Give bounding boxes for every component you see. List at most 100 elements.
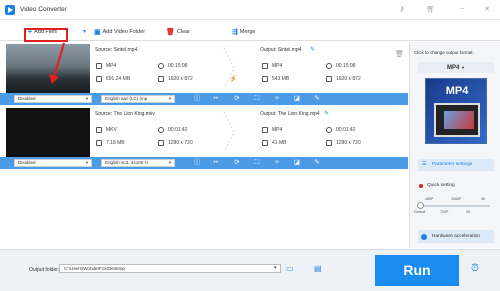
- output-resolution: 1920 x 872: [326, 76, 361, 82]
- resolution-icon: [158, 140, 164, 146]
- slider-label: 4K: [481, 197, 486, 201]
- rename-pencil-icon[interactable]: ✎: [324, 110, 329, 117]
- output-size: 543 MB: [262, 76, 289, 82]
- edit-icon[interactable]: ✎: [313, 159, 321, 167]
- task-row[interactable]: Source: The Lion King.mkv MKV 00:01:42 7…: [0, 106, 408, 169]
- source-name: Source: The Lion King.mkv: [95, 111, 155, 117]
- merge-button[interactable]: ⇶ Merge: [232, 27, 255, 38]
- output-folder-input[interactable]: C:\Users\WonderFox\Desktop: [59, 264, 281, 273]
- output-name: Output: Sintel.mp4: [260, 47, 302, 53]
- cut-icon[interactable]: ✂: [212, 159, 220, 167]
- folder-plus-icon: ▣: [94, 29, 101, 36]
- add-files-dropdown[interactable]: ▼: [82, 27, 87, 38]
- chevron-down-icon: ▼: [85, 160, 89, 165]
- format-caption: Click to change output format:: [414, 50, 474, 55]
- source-duration: 00:15:08: [158, 63, 187, 69]
- source-format: MP4: [96, 63, 116, 69]
- output-duration: 00:15:08: [326, 63, 355, 69]
- cart-icon[interactable]: 🛒︎: [426, 5, 436, 15]
- run-button[interactable]: Run: [375, 255, 459, 286]
- clock-icon: [158, 127, 164, 133]
- cut-icon[interactable]: ✂: [212, 95, 220, 103]
- delete-task-icon[interactable]: 🗑︎: [395, 50, 404, 58]
- chevron-down-icon: ▼: [461, 65, 465, 70]
- format-icon: [96, 63, 102, 69]
- format-image-text: MP4: [445, 85, 469, 97]
- edit-icon[interactable]: ✎: [313, 95, 321, 103]
- task-control-bar: Disabled ▼ English aac (LC) (mp ▼ ⓘ ✂ ⟳ ⛶ …: [0, 93, 408, 105]
- source-resolution: 1280 x 720: [158, 140, 193, 146]
- output-resolution: 1280 x 720: [326, 140, 361, 146]
- subtitle-select[interactable]: Disabled ▼: [14, 95, 92, 103]
- clock-icon: [326, 127, 332, 133]
- crop-icon[interactable]: ⛶: [253, 159, 261, 167]
- film-icon: [434, 103, 480, 137]
- size-icon: [96, 140, 102, 146]
- crop-icon[interactable]: ⛶: [253, 95, 261, 103]
- info-icon[interactable]: ⓘ: [193, 159, 201, 167]
- slider-label: 2K: [466, 210, 471, 214]
- minimize-icon[interactable]: −: [457, 5, 467, 15]
- quick-setting-dot: [419, 184, 423, 188]
- size-icon: [262, 140, 268, 146]
- size-icon: [262, 76, 268, 82]
- effects-icon[interactable]: ✧: [273, 95, 281, 103]
- title-bar: [0, 0, 500, 20]
- clear-label: Clear: [176, 29, 191, 35]
- rename-pencil-icon[interactable]: ✎: [310, 46, 315, 53]
- slider-label: 720P: [440, 210, 449, 214]
- parameter-settings-button[interactable]: ☰ Parameter settings: [418, 159, 494, 171]
- quick-setting-slider[interactable]: [420, 205, 490, 207]
- format-icon: [262, 127, 268, 133]
- annotation-arrow: [49, 42, 66, 84]
- toggle-icon: [421, 234, 427, 240]
- chevron-down-icon: ▼: [168, 160, 172, 165]
- output-format: MP4: [262, 127, 282, 133]
- audio-track-select[interactable]: English aac (LC) (mp ▼: [101, 95, 175, 103]
- trash-icon: 🗑︎: [166, 29, 175, 36]
- rotate-icon[interactable]: ⟳: [233, 159, 241, 167]
- clear-button[interactable]: 🗑︎ Clear: [166, 27, 190, 38]
- video-thumbnail[interactable]: [6, 108, 90, 157]
- hardware-acceleration-toggle[interactable]: Hardware acceleration: [418, 230, 494, 243]
- source-resolution: 1920 x 872: [158, 76, 193, 82]
- slider-handle[interactable]: [417, 202, 424, 209]
- output-format-selector[interactable]: MP4 ▼: [418, 62, 494, 73]
- browse-folder-icon[interactable]: ▭: [286, 264, 294, 273]
- merge-icon: ⇶: [232, 29, 238, 36]
- output-duration: 00:01:42: [326, 127, 355, 133]
- source-format: MKV: [96, 127, 117, 133]
- rotate-icon[interactable]: ⟳: [233, 95, 241, 103]
- window-title: Video Converter: [20, 6, 67, 13]
- watermark-icon[interactable]: ◪: [293, 95, 301, 103]
- size-icon: [96, 76, 102, 82]
- effects-icon[interactable]: ✧: [273, 159, 281, 167]
- audio-track-select[interactable]: English ac3, 44100 H ▼: [101, 159, 175, 167]
- resolution-icon: [326, 140, 332, 146]
- source-size: 7.18 MB: [96, 140, 125, 146]
- convert-arrow-icon: [223, 111, 235, 153]
- resolution-icon: [326, 76, 332, 82]
- source-name: Source: Sintel.mp4: [95, 47, 138, 53]
- open-folder-icon[interactable]: ▤: [314, 264, 322, 273]
- source-size: 691.24 MB: [96, 76, 130, 82]
- gpu-bolt-icon: ⚡︎: [230, 74, 237, 84]
- info-icon[interactable]: ⓘ: [193, 95, 201, 103]
- watermark-icon[interactable]: ◪: [293, 159, 301, 167]
- slider-label: 1080P: [451, 197, 462, 201]
- task-control-bar: Disabled ▼ English ac3, 44100 H ▼ ⓘ ✂ ⟳ ⛶ …: [0, 157, 408, 169]
- slider-label: 480P: [425, 197, 434, 201]
- slider-label: Default: [414, 210, 426, 214]
- output-format: MP4: [262, 63, 282, 69]
- merge-label: Merge: [239, 29, 256, 35]
- chevron-down-icon[interactable]: ▼: [273, 265, 277, 270]
- alarm-clock-icon[interactable]: ⏰︎: [471, 263, 479, 274]
- subtitle-select[interactable]: Disabled ▼: [14, 159, 92, 167]
- add-video-folder-button[interactable]: ▣ Add Video Folder: [94, 27, 145, 38]
- close-icon[interactable]: ✕: [482, 5, 492, 15]
- key-icon[interactable]: ⚷: [397, 5, 407, 15]
- format-image[interactable]: MP4: [425, 78, 487, 144]
- app-logo-icon: [5, 5, 15, 15]
- format-icon: [262, 63, 268, 69]
- chevron-down-icon: ▼: [85, 96, 89, 101]
